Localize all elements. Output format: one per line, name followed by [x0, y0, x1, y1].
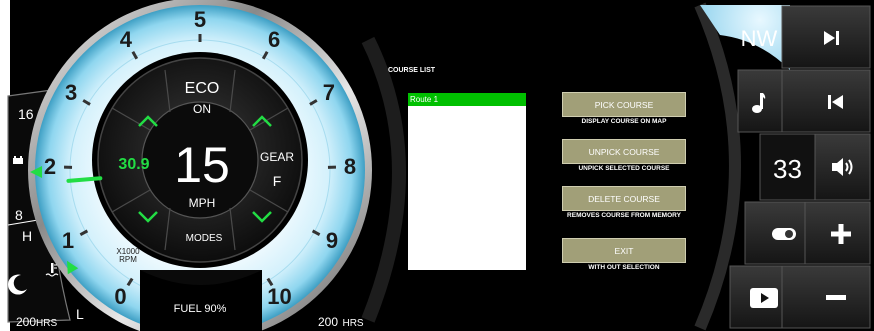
route-item-1[interactable]: Route 1 [408, 93, 526, 106]
volume-icon [832, 158, 853, 176]
modes-button[interactable]: MODES [174, 233, 234, 244]
rpm-scale-label-7: 7 [322, 80, 335, 106]
toggle-icon [772, 228, 796, 240]
eco-button[interactable]: ECO ON [172, 80, 232, 116]
chevron-down-left[interactable] [136, 208, 160, 226]
play-icon [750, 288, 778, 308]
night-mode-button[interactable] [6, 272, 30, 296]
eco-label: ECO [184, 80, 220, 97]
pick-course-desc: DISPLAY COURSE ON MAP [581, 118, 667, 125]
chevron-up-icon [252, 115, 272, 127]
rpm-scale-label-6: 6 [267, 26, 281, 52]
play-button[interactable] [730, 266, 782, 328]
rpm-scale-label-4: 4 [119, 26, 133, 52]
temperature-icon [44, 262, 60, 278]
next-track-icon [824, 31, 839, 45]
delete-course-button[interactable]: DELETE COURSE [562, 186, 686, 211]
course-list-title: COURSE LIST [388, 67, 436, 74]
engine-hours-right-value: 200 [318, 315, 339, 329]
rpm-scale-label-9: 9 [325, 228, 339, 254]
speed-value: 15 [174, 137, 230, 193]
moon-icon [8, 274, 27, 295]
gear-label: GEAR [259, 150, 294, 164]
exit-desc: WITH OUT SELECTION [588, 264, 660, 271]
left-gauge-top-value: 16 [18, 106, 34, 122]
unpick-course-button[interactable]: UNPICK COURSE [562, 139, 686, 164]
delete-course-desc: REMOVES COURSE FROM MEMORY [567, 212, 681, 219]
rpm-scale-label-0: 0 [114, 284, 127, 310]
fuel-level: FUEL 90% [173, 303, 227, 315]
previous-track-button[interactable] [782, 70, 870, 132]
left-gauge-high-label: H [22, 228, 33, 244]
plus-button[interactable] [805, 202, 870, 264]
music-button[interactable] [738, 70, 782, 132]
engine-hours-left-value: 200 [16, 315, 37, 329]
battery-marker [30, 166, 42, 178]
minus-icon [826, 295, 846, 300]
gear-indicator[interactable]: GEAR F [252, 150, 302, 189]
engine-hours-left-unit: HRS [36, 318, 58, 329]
chevron-up-icon [138, 115, 158, 127]
plus-icon [831, 224, 851, 244]
exit-button[interactable]: EXIT [562, 238, 686, 263]
left-gauge-mid-value: 8 [15, 207, 23, 223]
battery-icon [12, 152, 24, 164]
speed-setpoint: 30.9 [118, 156, 150, 173]
rpm-scale-label-1: 1 [61, 228, 75, 254]
next-track-button[interactable] [782, 6, 870, 68]
unpick-course-desc: UNPICK SELECTED COURSE [578, 165, 670, 172]
dashboard-screen: 0 1 2 3 4 5 6 7 8 9 10 X1000 RPM ECO ON 15 MPH 30.… [0, 0, 874, 331]
engine-hours-left: 200HRS [16, 313, 57, 331]
compass-heading: NW [740, 26, 778, 51]
rpm-scale-label-8: 8 [343, 153, 357, 179]
volume-value: 33 [773, 154, 802, 184]
engine-hours-right-unit: HRS [342, 318, 364, 329]
previous-track-icon [828, 95, 843, 109]
rpm-scale-label-5: 5 [193, 7, 207, 32]
toggle-button[interactable] [745, 202, 805, 264]
pick-course-button[interactable]: PICK COURSE [562, 92, 686, 117]
rpm-unit-label: X1000 RPM [113, 248, 143, 264]
chevron-up-left[interactable] [136, 112, 160, 130]
rpm-text: RPM [119, 255, 137, 264]
eco-value: ON [193, 102, 211, 116]
chevron-down-icon [138, 211, 158, 223]
rpm-needle [66, 176, 103, 183]
gear-value: F [272, 173, 282, 189]
chevron-down-icon [252, 211, 272, 223]
speed-readout: 15 MPH [162, 140, 242, 210]
music-note-icon [752, 93, 766, 113]
engine-hours-right: 200 HRS [318, 313, 364, 331]
course-list-box[interactable]: Route 1 [408, 93, 526, 270]
chevron-up-right[interactable] [250, 112, 274, 130]
chevron-down-right[interactable] [250, 208, 274, 226]
rpm-scale-label-10: 10 [267, 284, 292, 310]
volume-button[interactable] [815, 134, 870, 200]
left-gauge-low-label: L [76, 306, 84, 322]
minus-button[interactable] [782, 266, 870, 328]
speed-unit: MPH [188, 196, 216, 210]
rpm-scale-label-3: 3 [65, 80, 78, 106]
